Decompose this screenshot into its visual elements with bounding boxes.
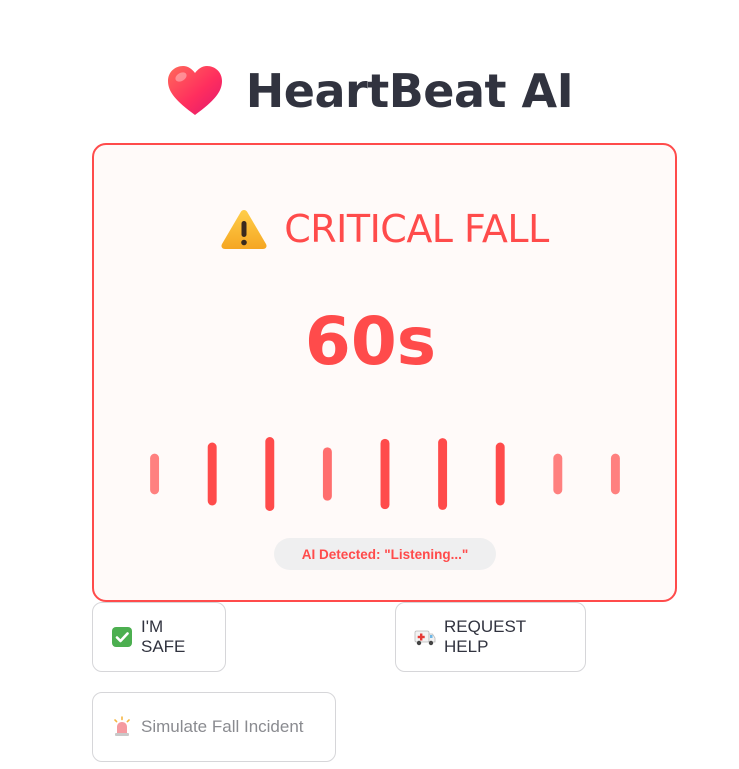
check-mark-icon xyxy=(112,627,132,647)
fall-alert-card: CRITICAL FALL 60s AI Detected: "Listenin… xyxy=(92,143,677,602)
waveform-bar xyxy=(380,438,390,510)
request-help-label: REQUEST HELP xyxy=(444,617,526,656)
simulate-fall-label: Simulate Fall Incident xyxy=(141,717,304,736)
waveform-bar xyxy=(207,442,217,506)
audio-waveform xyxy=(94,433,675,513)
app-header: HeartBeat AI xyxy=(0,58,739,124)
waveform-bar xyxy=(322,447,332,501)
alert-title: CRITICAL FALL xyxy=(284,207,549,251)
app-title: HeartBeat AI xyxy=(245,64,574,118)
alert-header: CRITICAL FALL xyxy=(94,201,675,257)
warning-icon xyxy=(221,210,267,249)
waveform-bar xyxy=(150,453,160,495)
app-root: HeartBeat AI CRITICAL FALL 60s AI Detect… xyxy=(0,0,739,769)
im-safe-button[interactable]: I'M SAFE xyxy=(92,602,226,672)
ai-status-badge: AI Detected: "Listening..." xyxy=(274,538,496,570)
request-help-button[interactable]: REQUEST HELP xyxy=(395,602,586,672)
simulate-fall-button[interactable]: Simulate Fall Incident xyxy=(92,692,336,762)
ambulance-icon xyxy=(414,630,436,646)
im-safe-label: I'M SAFE xyxy=(141,617,186,656)
waveform-bar xyxy=(265,437,275,511)
waveform-bar xyxy=(553,453,563,495)
countdown-timer: 60s xyxy=(304,303,437,380)
waveform-bar xyxy=(495,442,505,506)
waveform-bar xyxy=(610,453,620,495)
siren-icon xyxy=(114,716,130,736)
waveform-bar xyxy=(438,438,448,510)
heart-icon xyxy=(167,66,222,115)
